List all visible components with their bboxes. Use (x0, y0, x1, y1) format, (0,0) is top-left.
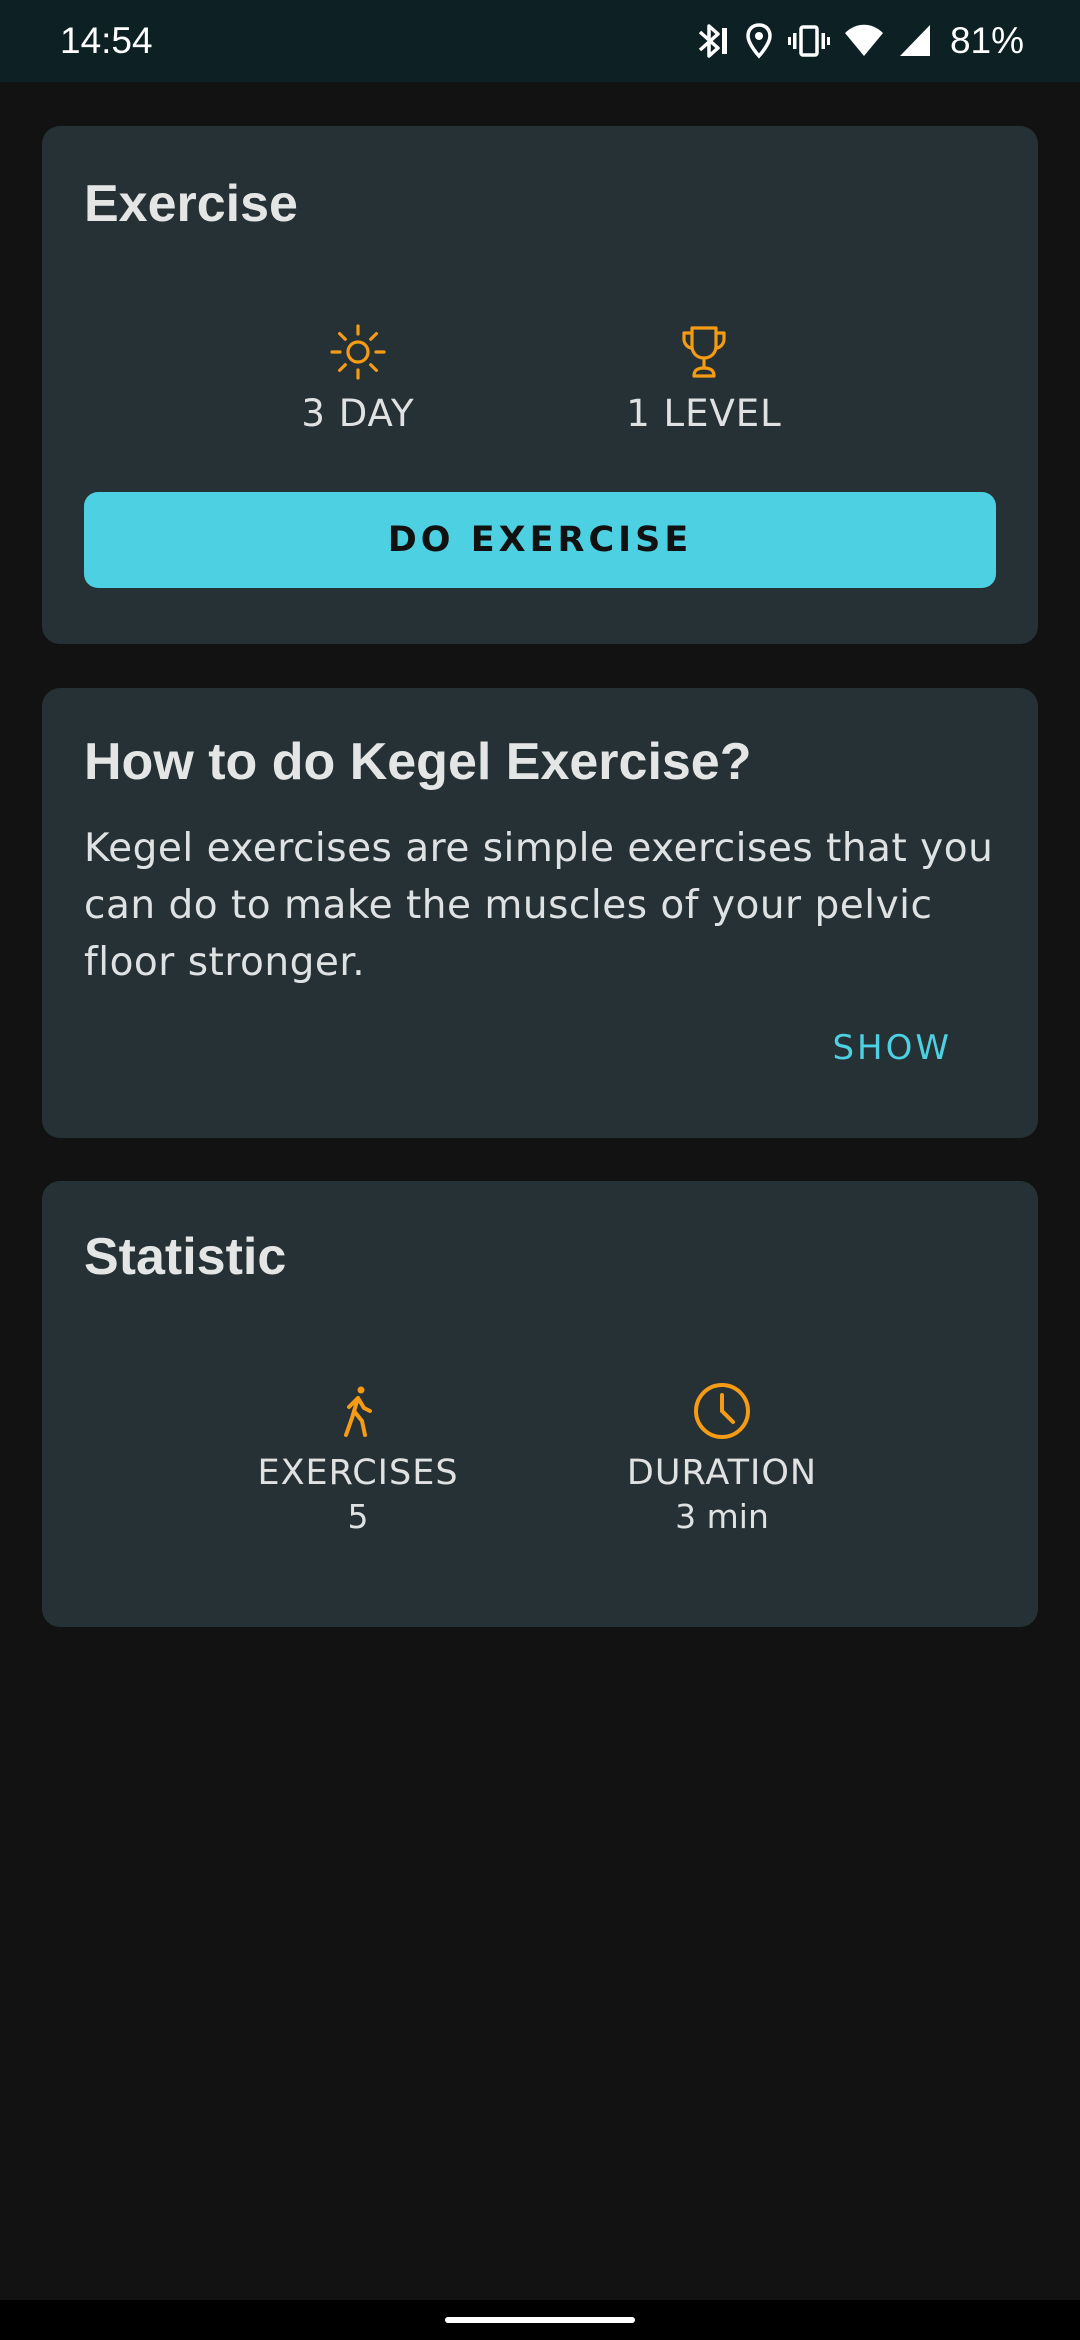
vibrate-icon (787, 21, 830, 61)
exercises-stat: EXERCISES 5 (218, 1381, 498, 1539)
level-label: 1 LEVEL (626, 392, 782, 435)
howto-card: How to do Kegel Exercise? Kegel exercise… (42, 688, 1038, 1138)
duration-stat: DURATION 3 min (582, 1381, 862, 1539)
status-time: 14:54 (60, 20, 153, 61)
duration-label: DURATION (626, 1453, 818, 1493)
day-label: 3 DAY (301, 392, 415, 435)
duration-value: 3 min (675, 1497, 769, 1536)
howto-description: Kegel exercises are simple exercises tha… (84, 826, 994, 985)
battery-percentage: 81% (949, 20, 1024, 61)
sun-icon (218, 322, 498, 382)
trophy-icon (564, 322, 844, 382)
level-stat: 1 LEVEL (564, 322, 844, 436)
statistic-card-title: Statistic (84, 1228, 287, 1286)
exercise-card: Exercise 3 DAY 1 LEVEL DO EXERCISE (42, 126, 1038, 644)
do-exercise-button[interactable]: DO EXERCISE (84, 492, 996, 588)
howto-card-title: How to do Kegel Exercise? (84, 733, 752, 791)
bluetooth-icon (696, 21, 730, 61)
show-button[interactable]: SHOW (832, 1028, 952, 1068)
exercises-label: EXERCISES (257, 1453, 459, 1493)
signal-icon (898, 23, 932, 59)
location-icon (744, 21, 774, 61)
day-stat: 3 DAY (218, 322, 498, 436)
wifi-icon (844, 23, 884, 59)
home-indicator[interactable] (445, 2317, 635, 2323)
statistic-card: Statistic EXERCISES 5 DURATION 3 min (42, 1181, 1038, 1627)
status-bar: 14:54 81% (0, 0, 1080, 82)
navigation-bar (0, 2300, 1080, 2340)
exercises-value: 5 (347, 1497, 369, 1536)
walking-person-icon (218, 1381, 498, 1441)
status-icons: 81% (696, 18, 1024, 64)
clock-icon (582, 1381, 862, 1441)
exercise-card-title: Exercise (84, 175, 298, 233)
